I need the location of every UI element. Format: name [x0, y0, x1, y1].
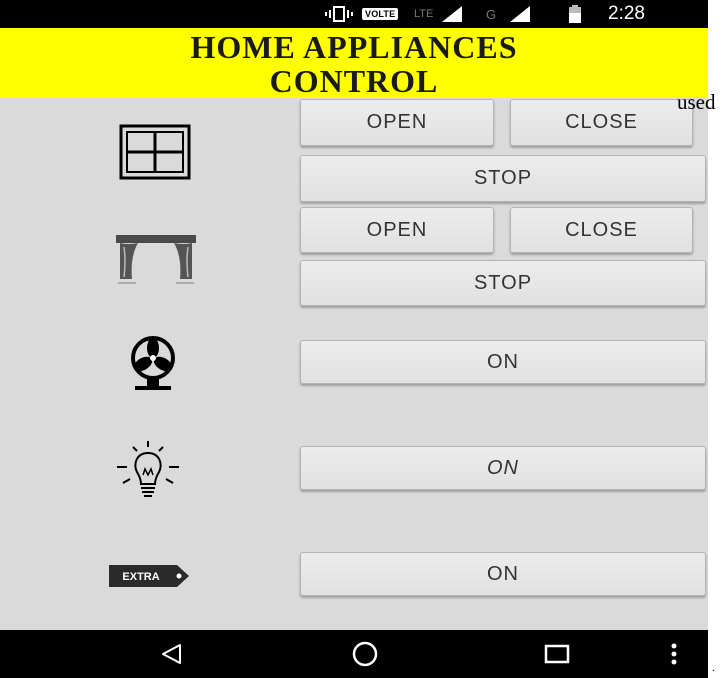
window-open-button[interactable]: OPEN: [300, 99, 494, 146]
fan-on-button[interactable]: ON: [300, 340, 706, 384]
volte-badge: VOLTE: [362, 8, 399, 20]
window-icon: [119, 124, 191, 185]
curtain-close-button[interactable]: CLOSE: [510, 207, 693, 253]
app-header: HOME APPLIANCES CONTROL: [0, 28, 708, 98]
trailing-punctuation: .: [712, 660, 715, 674]
extra-tag-icon: EXTRA: [109, 564, 191, 593]
window-stop-button[interactable]: STOP: [300, 155, 706, 202]
curtain-stop-button[interactable]: STOP: [300, 260, 706, 306]
window-close-button[interactable]: CLOSE: [510, 99, 693, 146]
g-network-label: G: [486, 6, 497, 22]
side-text: used: [677, 90, 716, 114]
signal-icon: [440, 0, 464, 28]
extra-on-button[interactable]: ON: [300, 552, 706, 596]
vibrate-icon: [324, 0, 354, 28]
curtain-open-button[interactable]: OPEN: [300, 207, 494, 253]
lightbulb-icon: [111, 439, 185, 508]
lte-label: LTE: [414, 8, 434, 20]
recents-icon[interactable]: [535, 630, 579, 678]
page-title: HOME APPLIANCES CONTROL: [190, 29, 518, 99]
back-icon[interactable]: [150, 630, 194, 678]
curtain-icon: [116, 233, 196, 290]
fan-icon: [121, 336, 185, 399]
phone-screen: VOLTE LTE G 2:28 HOME APPLIANCES CONTROL: [0, 0, 708, 678]
extra-tag-text: EXTRA: [122, 571, 159, 583]
status-bar: VOLTE LTE G 2:28: [0, 0, 708, 28]
home-icon[interactable]: [341, 630, 389, 678]
signal-icon-2: [508, 0, 532, 28]
light-on-button[interactable]: ON: [300, 446, 706, 490]
appliance-controls: OPEN CLOSE STOP OPEN CLOSE STOP ON ON EX…: [0, 98, 708, 630]
clock: 2:28: [608, 3, 645, 24]
more-icon[interactable]: [662, 630, 686, 678]
navigation-bar: [0, 630, 708, 678]
battery-icon: [568, 0, 582, 28]
